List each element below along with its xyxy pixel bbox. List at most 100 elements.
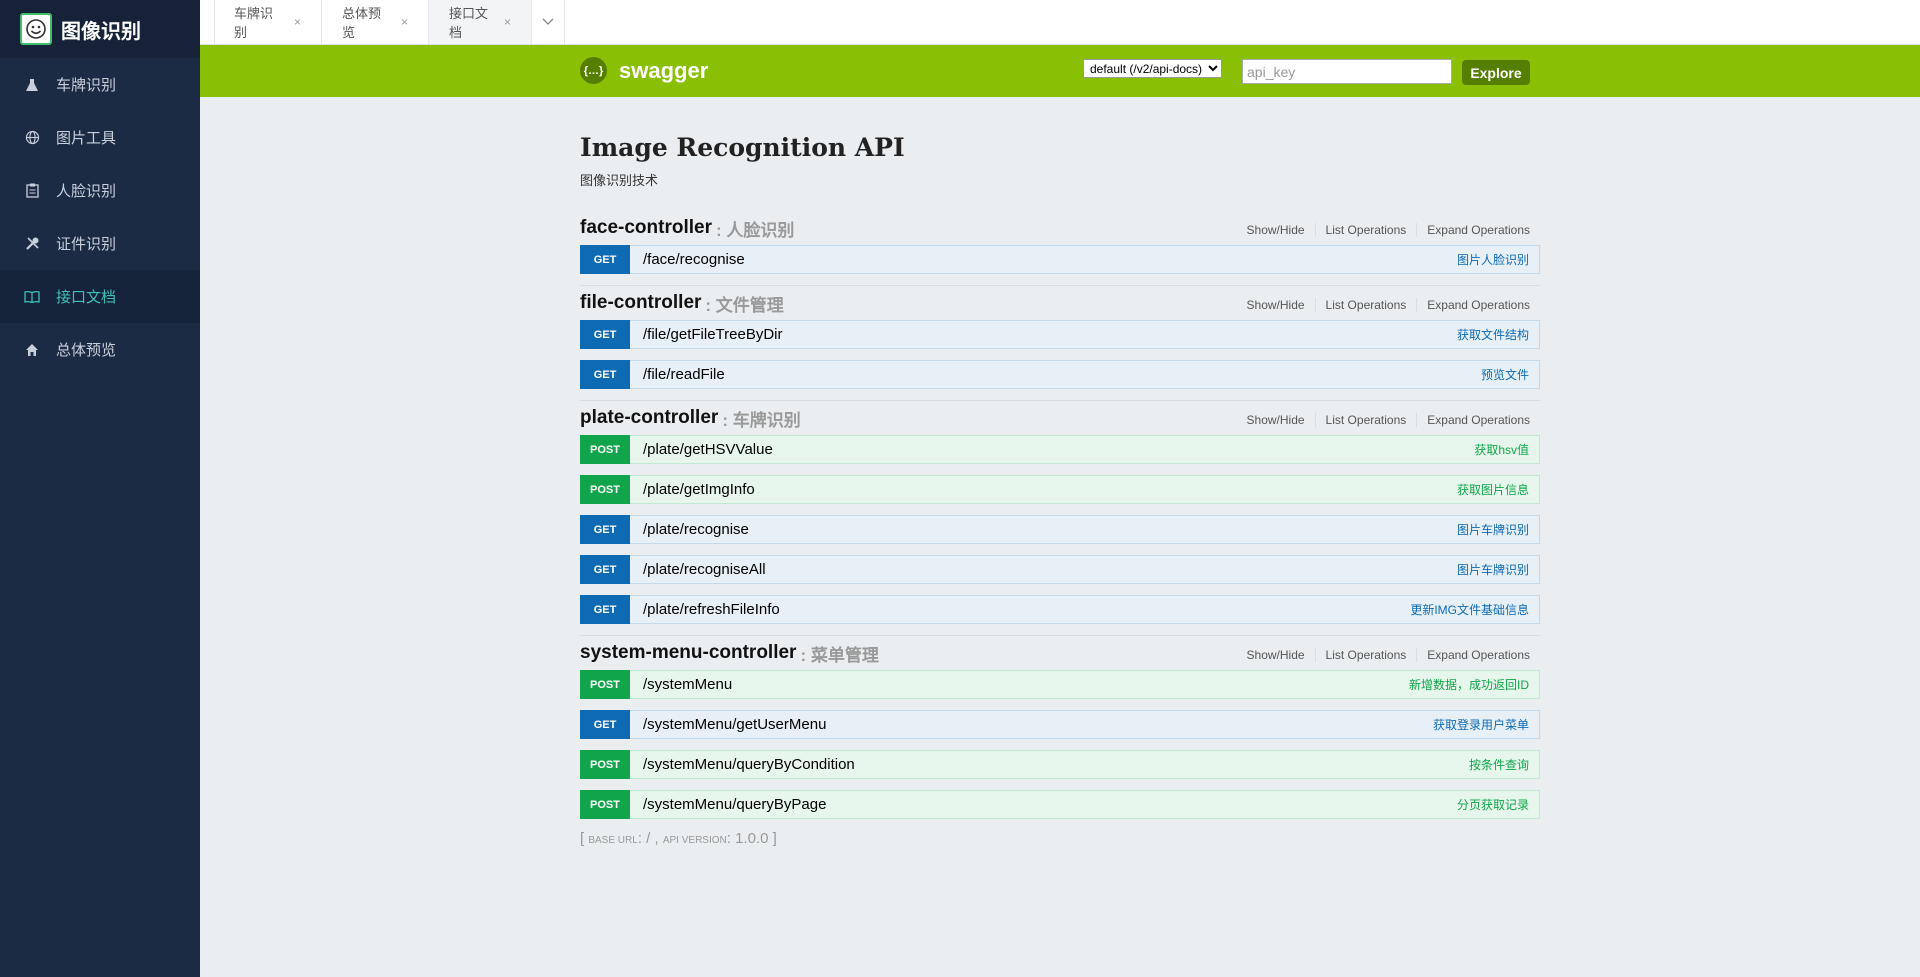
controller-links: Show/Hide List Operations Expand Operation…: [1237, 413, 1530, 427]
expand-operations-link[interactable]: Expand Operations: [1417, 413, 1530, 427]
http-method-badge[interactable]: POST: [580, 435, 630, 464]
operation-row[interactable]: POST/plate/getHSVValue 获取hsv值: [580, 435, 1540, 464]
operation-row[interactable]: GET/file/getFileTreeByDir 获取文件结构: [580, 320, 1540, 349]
operation-summary[interactable]: 获取hsv值: [1474, 441, 1529, 458]
operation-path[interactable]: /systemMenu/queryByPage: [643, 796, 826, 813]
controller-name[interactable]: file-controller: [580, 292, 701, 314]
sidebar-item-id-card[interactable]: 证件识别: [0, 217, 200, 270]
sidebar-item-overview[interactable]: 总体预览: [0, 323, 200, 376]
operation-row[interactable]: POST/systemMenu/queryByCondition 按条件查询: [580, 750, 1540, 779]
base-url-value: /: [646, 830, 651, 847]
sidebar-item-api-docs[interactable]: 接口文档: [0, 270, 200, 323]
operation-summary[interactable]: 图片车牌识别: [1457, 561, 1529, 578]
sidebar-item-label: 图片工具: [56, 130, 117, 147]
http-method-badge[interactable]: POST: [580, 790, 630, 819]
sidebar-item-label: 总体预览: [56, 342, 117, 359]
operation-path[interactable]: /plate/refreshFileInfo: [643, 601, 780, 618]
tab-bar: 车牌识别 × 总体预览 × 接口文档 ×: [200, 0, 1920, 45]
operation-row[interactable]: GET/systemMenu/getUserMenu 获取登录用户菜单: [580, 710, 1540, 739]
http-method-badge[interactable]: GET: [580, 555, 630, 584]
api-key-input[interactable]: [1242, 59, 1452, 84]
close-icon[interactable]: ×: [294, 15, 301, 29]
api-spec-select[interactable]: default (/v2/api-docs): [1083, 59, 1222, 78]
http-method-badge[interactable]: GET: [580, 320, 630, 349]
operation-row[interactable]: GET/face/recognise 图片人脸识别: [580, 245, 1540, 274]
http-method-badge[interactable]: GET: [580, 245, 630, 274]
controller-section: file-controller: 文件管理 Show/Hide List Opera…: [580, 285, 1540, 389]
show-hide-link[interactable]: Show/Hide: [1237, 413, 1316, 427]
operation-row[interactable]: GET/plate/refreshFileInfo 更新IMG文件基础信息: [580, 595, 1540, 624]
operation-row[interactable]: GET/plate/recogniseAll 图片车牌识别: [580, 555, 1540, 584]
operation-summary[interactable]: 分页获取记录: [1457, 796, 1529, 813]
globe-icon: [24, 130, 40, 146]
http-method-badge[interactable]: POST: [580, 750, 630, 779]
api-description: 图像识别技术: [580, 173, 659, 188]
operation-path[interactable]: /plate/recogniseAll: [643, 561, 766, 578]
explore-button[interactable]: Explore: [1462, 60, 1530, 85]
operation-path[interactable]: /systemMenu: [643, 676, 732, 693]
chevron-down-icon[interactable]: [532, 0, 565, 44]
operation-path[interactable]: /systemMenu/getUserMenu: [643, 716, 826, 733]
tab-overview[interactable]: 总体预览 ×: [322, 0, 429, 44]
api-version-label: api version: [662, 835, 727, 846]
operation-summary[interactable]: 获取图片信息: [1457, 481, 1529, 498]
controller-links: Show/Hide List Operations Expand Operation…: [1237, 648, 1530, 662]
controller-name[interactable]: system-menu-controller: [580, 642, 796, 664]
show-hide-link[interactable]: Show/Hide: [1237, 298, 1316, 312]
list-operations-link[interactable]: List Operations: [1316, 648, 1418, 662]
list-operations-link[interactable]: List Operations: [1316, 223, 1418, 237]
operation-path[interactable]: /file/readFile: [643, 366, 725, 383]
controller-description: : 人脸识别: [715, 220, 795, 240]
controller-name[interactable]: plate-controller: [580, 407, 718, 429]
operation-summary[interactable]: 更新IMG文件基础信息: [1410, 601, 1529, 618]
sidebar-item-label: 车牌识别: [56, 77, 117, 94]
swagger-logo[interactable]: {…} swagger: [580, 57, 708, 84]
expand-operations-link[interactable]: Expand Operations: [1417, 648, 1530, 662]
operation-row[interactable]: POST/systemMenu/queryByPage 分页获取记录: [580, 790, 1540, 819]
http-method-badge[interactable]: GET: [580, 710, 630, 739]
book-icon: [24, 289, 40, 305]
tab-label: 总体预览: [342, 6, 382, 40]
close-icon[interactable]: ×: [401, 15, 408, 29]
operation-path[interactable]: /plate/recognise: [643, 521, 749, 538]
operation-row[interactable]: GET/file/readFile 预览文件: [580, 360, 1540, 389]
operation-summary[interactable]: 图片人脸识别: [1457, 251, 1529, 268]
brand[interactable]: 图像识别: [0, 0, 200, 58]
show-hide-link[interactable]: Show/Hide: [1237, 223, 1316, 237]
operation-summary[interactable]: 新增数据，成功返回ID: [1409, 676, 1529, 693]
controller-description: : 车牌识别: [722, 410, 801, 430]
http-method-badge[interactable]: GET: [580, 595, 630, 624]
http-method-badge[interactable]: GET: [580, 515, 630, 544]
operation-path[interactable]: /plate/getImgInfo: [643, 481, 755, 498]
sidebar-item-plate[interactable]: 车牌识别: [0, 58, 200, 111]
controller-links: Show/Hide List Operations Expand Operation…: [1237, 223, 1530, 237]
sidebar-item-face[interactable]: 人脸识别: [0, 164, 200, 217]
list-operations-link[interactable]: List Operations: [1316, 298, 1418, 312]
controller-name[interactable]: face-controller: [580, 217, 712, 239]
operation-path[interactable]: /face/recognise: [643, 251, 745, 268]
operation-summary[interactable]: 预览文件: [1481, 366, 1529, 383]
show-hide-link[interactable]: Show/Hide: [1237, 648, 1316, 662]
controller-heading: face-controller: 人脸识别 Show/Hide List Opera…: [580, 211, 1540, 245]
operation-path[interactable]: /plate/getHSVValue: [643, 441, 773, 458]
operation-summary[interactable]: 图片车牌识别: [1457, 521, 1529, 538]
expand-operations-link[interactable]: Expand Operations: [1417, 298, 1530, 312]
list-operations-link[interactable]: List Operations: [1316, 413, 1418, 427]
operation-path[interactable]: /systemMenu/queryByCondition: [643, 756, 855, 773]
close-icon[interactable]: ×: [504, 15, 511, 29]
operation-row[interactable]: POST/plate/getImgInfo 获取图片信息: [580, 475, 1540, 504]
operation-row[interactable]: GET/plate/recognise 图片车牌识别: [580, 515, 1540, 544]
operation-summary[interactable]: 获取登录用户菜单: [1433, 716, 1529, 733]
controller-section: plate-controller: 车牌识别 Show/Hide List Oper…: [580, 400, 1540, 624]
tab-api-docs[interactable]: 接口文档 ×: [429, 0, 532, 44]
http-method-badge[interactable]: POST: [580, 670, 630, 699]
operation-row[interactable]: POST/systemMenu 新增数据，成功返回ID: [580, 670, 1540, 699]
operation-summary[interactable]: 获取文件结构: [1457, 326, 1529, 343]
operation-path[interactable]: /file/getFileTreeByDir: [643, 326, 782, 343]
http-method-badge[interactable]: GET: [580, 360, 630, 389]
expand-operations-link[interactable]: Expand Operations: [1417, 223, 1530, 237]
http-method-badge[interactable]: POST: [580, 475, 630, 504]
tab-plate[interactable]: 车牌识别 ×: [214, 0, 322, 44]
sidebar-item-image-tools[interactable]: 图片工具: [0, 111, 200, 164]
operation-summary[interactable]: 按条件查询: [1469, 756, 1529, 773]
